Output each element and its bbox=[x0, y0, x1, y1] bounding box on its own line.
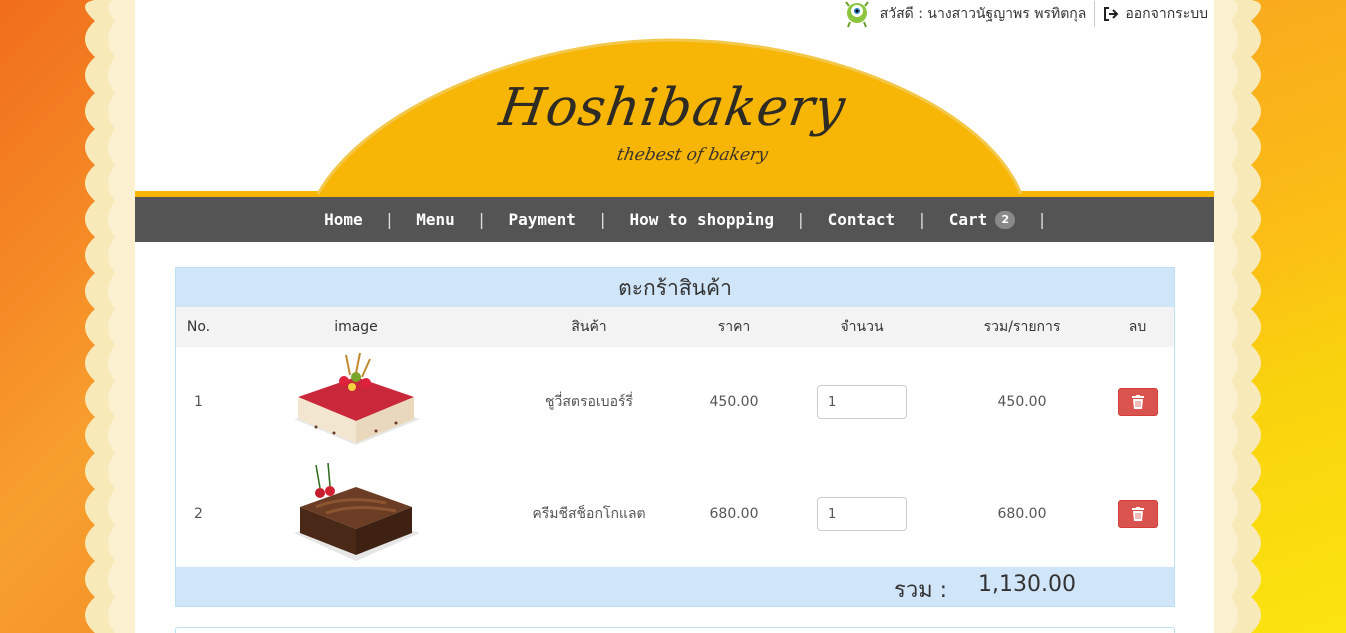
trash-icon bbox=[1131, 507, 1144, 521]
quantity-cell bbox=[781, 347, 943, 457]
chocolate-cake-image bbox=[294, 462, 420, 561]
nav-payment[interactable]: Payment bbox=[486, 210, 597, 229]
total-value: 1,130.00 bbox=[978, 572, 1076, 597]
cart-panel: ตะกร้าสินค้า No. image สินค้า ราคา จำนวน… bbox=[175, 267, 1175, 607]
delete-button[interactable] bbox=[1117, 388, 1158, 416]
cart-title: ตะกร้าสินค้า bbox=[176, 268, 1174, 307]
main-nav: Home | Menu | Payment | How to shopping … bbox=[135, 197, 1214, 242]
trash-icon bbox=[1131, 395, 1144, 409]
nav-cart-label: Cart bbox=[948, 210, 988, 229]
logout-label: ออกจากระบบ bbox=[1125, 6, 1208, 22]
header-subtotal: รวม/รายการ bbox=[983, 319, 1061, 335]
logout-link[interactable]: ออกจากระบบ bbox=[1103, 3, 1208, 25]
nav-divider: | bbox=[917, 210, 927, 229]
row-no: 2 bbox=[194, 506, 203, 522]
quantity-cell bbox=[781, 457, 943, 571]
product-image bbox=[221, 457, 491, 571]
row-no: 1 bbox=[194, 394, 203, 410]
quantity-input[interactable] bbox=[817, 385, 907, 419]
header-quantity: จำนวน bbox=[840, 319, 884, 335]
delete-button[interactable] bbox=[1117, 500, 1158, 528]
product-price: 680.00 bbox=[709, 506, 759, 522]
scallop-border-right bbox=[1211, 0, 1261, 633]
strawberry-cake-image bbox=[294, 352, 420, 445]
row-subtotal: 450.00 bbox=[997, 394, 1047, 410]
delete-cell bbox=[1101, 347, 1174, 457]
product-name: ครีมชีสช็อกโกแลต bbox=[532, 506, 646, 522]
nav-cart[interactable]: Cart 2 bbox=[927, 210, 1038, 229]
user-greeting: สวัสดี : นางสาวนัฐญาพร พรทิตกุล bbox=[879, 6, 1087, 22]
header-image: image bbox=[334, 319, 378, 335]
user-topbar: สวัสดี : นางสาวนัฐญาพร พรทิตกุล ออกจากระ… bbox=[842, 0, 1208, 28]
delete-cell bbox=[1101, 457, 1174, 571]
cart-count-badge: 2 bbox=[995, 210, 1016, 229]
quantity-input[interactable] bbox=[817, 497, 907, 531]
site-header: Hoshibakery thebest of bakery สวัสดี : น… bbox=[135, 0, 1214, 197]
table-row: 1 ชูวี่สตรอเบอร์รี่ 450.00 1 450.00 bbox=[176, 347, 1174, 457]
topbar-divider bbox=[1094, 1, 1096, 27]
header-product: สินค้า bbox=[571, 319, 607, 335]
nav-divider: | bbox=[796, 210, 806, 229]
row-subtotal: 680.00 bbox=[997, 506, 1047, 522]
next-panel-edge bbox=[175, 627, 1175, 633]
avatar-icon bbox=[844, 1, 869, 28]
cart-table: No. image สินค้า ราคา จำนวน รวม/รายการ ล… bbox=[176, 307, 1174, 571]
total-label: รวม : bbox=[894, 578, 948, 603]
nav-divider: | bbox=[597, 210, 608, 229]
nav-divider: | bbox=[1037, 210, 1047, 229]
scallop-border-left bbox=[85, 0, 135, 633]
cart-header-row: No. image สินค้า ราคา จำนวน รวม/รายการ ล… bbox=[176, 307, 1174, 347]
header-no: No. bbox=[186, 319, 211, 335]
nav-contact[interactable]: Contact bbox=[806, 210, 917, 229]
logo-title: Hoshibakery bbox=[495, 78, 850, 138]
table-row: 2 ครีมชีสช็อกโกแลต 680.00 1 680.00 bbox=[176, 457, 1174, 571]
product-image bbox=[221, 347, 491, 457]
nav-home[interactable]: Home bbox=[302, 210, 385, 229]
header-delete: ลบ bbox=[1128, 319, 1147, 335]
product-price: 450.00 bbox=[709, 394, 759, 410]
page-container: Hoshibakery thebest of bakery สวัสดี : น… bbox=[135, 0, 1214, 633]
logo-subtitle: thebest of bakery bbox=[615, 145, 770, 165]
product-name: ชูวี่สตรอเบอร์รี่ bbox=[544, 394, 634, 410]
cart-total-row: รวม : 1,130.00 bbox=[176, 567, 1174, 606]
nav-menu[interactable]: Menu bbox=[394, 210, 477, 229]
nav-divider: | bbox=[476, 210, 487, 229]
nav-how-to-shopping[interactable]: How to shopping bbox=[608, 210, 797, 229]
header-price: ราคา bbox=[717, 319, 751, 335]
nav-divider: | bbox=[384, 210, 395, 229]
logout-icon bbox=[1104, 7, 1119, 21]
